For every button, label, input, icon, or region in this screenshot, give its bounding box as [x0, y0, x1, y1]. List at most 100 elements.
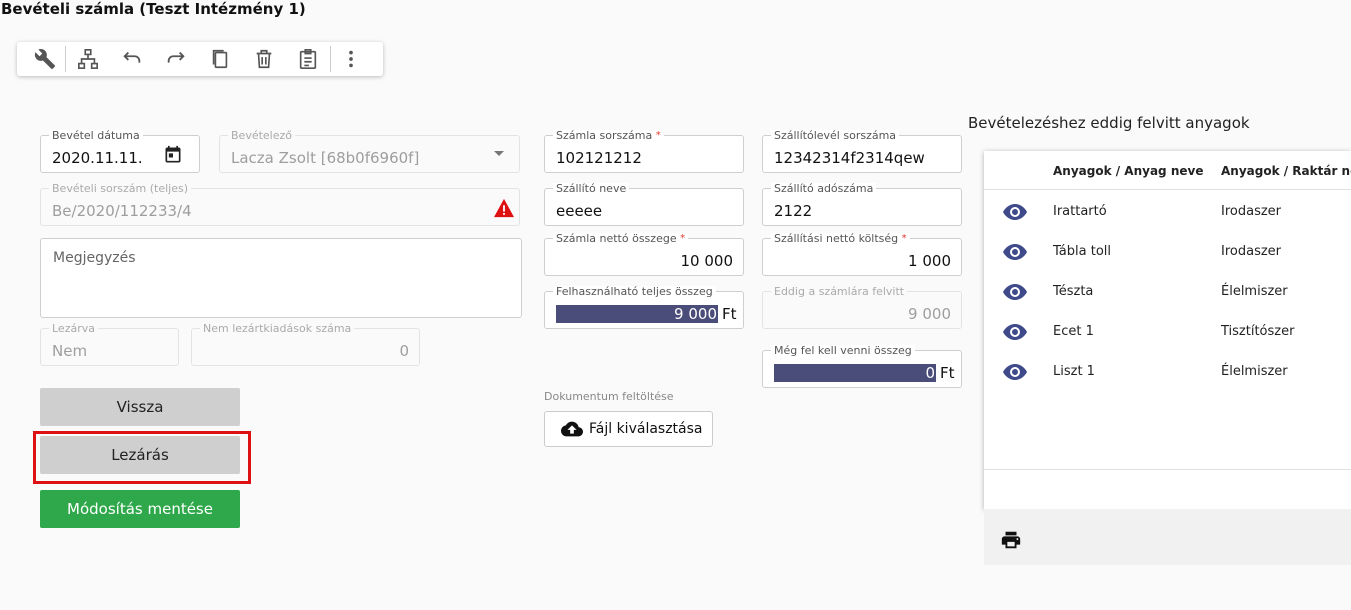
cell-name: Ecet 1 [1053, 324, 1094, 339]
field-value: 102121212 [556, 149, 642, 167]
vissza-button[interactable]: Vissza [40, 388, 240, 426]
field-label: Szállítási nettó költség * [771, 233, 910, 245]
field-label: Bevétel dátuma [49, 130, 143, 142]
eye-icon[interactable] [1003, 364, 1027, 380]
more-vert-icon[interactable] [331, 42, 371, 76]
cell-warehouse: Élelmiszer [1221, 364, 1288, 379]
field-label: Nem lezártkiadások száma [200, 323, 355, 335]
felhasznalhato-teljes-osszeg-field: Felhasználható teljes összeg 9 000 Ft [544, 286, 744, 329]
field-label: Felhasználható teljes összeg [553, 286, 716, 298]
bevetelezo-select[interactable]: Bevételező Lacza Zsolt [68b0f6960f] [219, 130, 520, 173]
cell-warehouse: Élelmiszer [1221, 284, 1288, 299]
field-label: Számla sorszáma * [553, 130, 664, 142]
cell-name: Tészta [1053, 284, 1094, 299]
table-row[interactable]: Liszt 1 Élelmiszer [984, 352, 1351, 392]
currency-unit: Ft [722, 305, 737, 323]
eye-icon[interactable] [1003, 324, 1027, 340]
szallitolevel-sorszama-field[interactable]: Szállítólevél sorszáma 12342314f2314qew [762, 130, 962, 173]
hierarchy-icon[interactable] [66, 42, 110, 76]
required-marker: * [680, 233, 686, 244]
label-text: Számla nettó összege [556, 232, 677, 245]
chevron-down-icon[interactable] [494, 151, 504, 156]
field-value: 9 000 [908, 305, 951, 323]
field-value: Be/2020/112233/4 [52, 202, 192, 220]
field-label: Még fel kell venni összeg [771, 345, 915, 357]
undo-icon[interactable] [110, 42, 154, 76]
label-text: Szállítási nettó költség [774, 232, 899, 245]
footer-divider [984, 469, 1351, 470]
table-row[interactable]: Irattartó Irodaszer [984, 192, 1351, 232]
table-row[interactable]: Ecet 1 Tisztítószer [984, 312, 1351, 352]
lezaras-button[interactable]: Lezárás [40, 436, 240, 474]
beveteli-sorszam-field: Bevételi sorszám (teljes) Be/2020/112233… [40, 183, 520, 226]
materials-title: Bevételezéshez eddig felvitt anyagok [968, 114, 1250, 132]
eye-icon[interactable] [1003, 204, 1027, 220]
table-row[interactable]: Tészta Élelmiszer [984, 272, 1351, 312]
toolbar [17, 42, 383, 76]
field-label: Bevételező [228, 130, 295, 142]
field-value: 10 000 [680, 252, 734, 270]
szallito-neve-field[interactable]: Szállító neve eeeee [544, 183, 744, 226]
cloud-upload-icon [561, 421, 583, 437]
print-icon[interactable] [1000, 529, 1022, 551]
header-divider [984, 189, 1351, 190]
eye-icon[interactable] [1003, 244, 1027, 260]
field-value: Lacza Zsolt [68b0f6960f] [231, 149, 420, 167]
field-value: 9 000 [556, 305, 718, 323]
szallito-adoszama-field[interactable]: Szállító adószáma 2122 [762, 183, 962, 226]
szallitasi-netto-koltseg-field[interactable]: Szállítási nettó költség * 1 000 [762, 233, 962, 276]
wrench-icon[interactable] [25, 42, 65, 76]
eddig-felvitt-field: Eddig a számlára felvitt 9 000 [762, 286, 962, 329]
page-title: Bevételi számla (Teszt Intézmény 1) [1, 0, 306, 18]
field-label: Szállító neve [553, 183, 630, 195]
field-value: 12342314f2314qew [774, 149, 925, 167]
field-label: Bevételi sorszám (teljes) [49, 183, 191, 195]
szamla-netto-osszege-field[interactable]: Számla nettó összege * 10 000 [544, 233, 744, 276]
required-marker: * [901, 233, 907, 244]
field-value: 1 000 [908, 252, 951, 270]
currency-unit: Ft [940, 364, 955, 382]
print-area [984, 509, 1351, 565]
lezarva-field: Lezárva Nem [40, 323, 179, 366]
field-value: 2122 [774, 202, 813, 220]
materials-table: Anyagok / Anyag neve Anyagok / Raktár ne… [984, 151, 1351, 509]
eye-icon[interactable] [1003, 284, 1027, 300]
warning-icon [493, 198, 515, 218]
field-label: Eddig a számlára felvitt [771, 286, 908, 298]
field-value: Nem [52, 342, 88, 360]
nem-lezart-kiadasok-field: Nem lezártkiadások száma 0 [191, 323, 420, 366]
required-marker: * [655, 130, 661, 141]
field-label: Szállítólevél sorszáma [771, 130, 900, 142]
field-value: 0 [774, 364, 936, 382]
copy-icon[interactable] [198, 42, 242, 76]
column-header[interactable]: Anyagok / Raktár neve [1221, 164, 1351, 178]
modositas-mentese-button[interactable]: Módosítás mentése [40, 490, 240, 528]
file-select-button[interactable]: Fájl kiválasztása [544, 411, 713, 447]
meg-fel-kell-venni-field: Még fel kell venni összeg 0 Ft [762, 345, 962, 388]
field-label: Lezárva [49, 323, 98, 335]
megjegyzes-textarea[interactable]: Megjegyzés [40, 238, 522, 318]
label-text: Számla sorszáma [556, 129, 653, 142]
megjegyzes-placeholder: Megjegyzés [53, 250, 136, 266]
redo-icon[interactable] [154, 42, 198, 76]
field-label: Számla nettó összege * [553, 232, 689, 245]
cell-name: Irattartó [1053, 204, 1107, 219]
field-value: 2020.11.11. [52, 149, 143, 167]
delete-icon[interactable] [242, 42, 286, 76]
cell-name: Tábla toll [1053, 244, 1111, 259]
cell-warehouse: Irodaszer [1221, 204, 1282, 219]
cell-warehouse: Irodaszer [1221, 244, 1282, 259]
calendar-icon[interactable] [163, 145, 183, 165]
cell-name: Liszt 1 [1053, 364, 1095, 379]
column-header[interactable]: Anyagok / Anyag neve [1053, 164, 1203, 178]
field-value: eeeee [556, 202, 603, 220]
upload-label: Dokumentum feltöltése [544, 390, 674, 403]
table-row[interactable]: Tábla toll Irodaszer [984, 232, 1351, 272]
file-select-label: Fájl kiválasztása [589, 421, 703, 437]
szamla-sorszama-field[interactable]: Számla sorszáma * 102121212 [544, 130, 744, 173]
clipboard-icon[interactable] [286, 42, 330, 76]
cell-warehouse: Tisztítószer [1221, 324, 1295, 339]
field-value: 0 [399, 342, 409, 360]
bevetel-datuma-field[interactable]: Bevétel dátuma 2020.11.11. [40, 130, 200, 173]
field-label: Szállító adószáma [771, 183, 877, 195]
